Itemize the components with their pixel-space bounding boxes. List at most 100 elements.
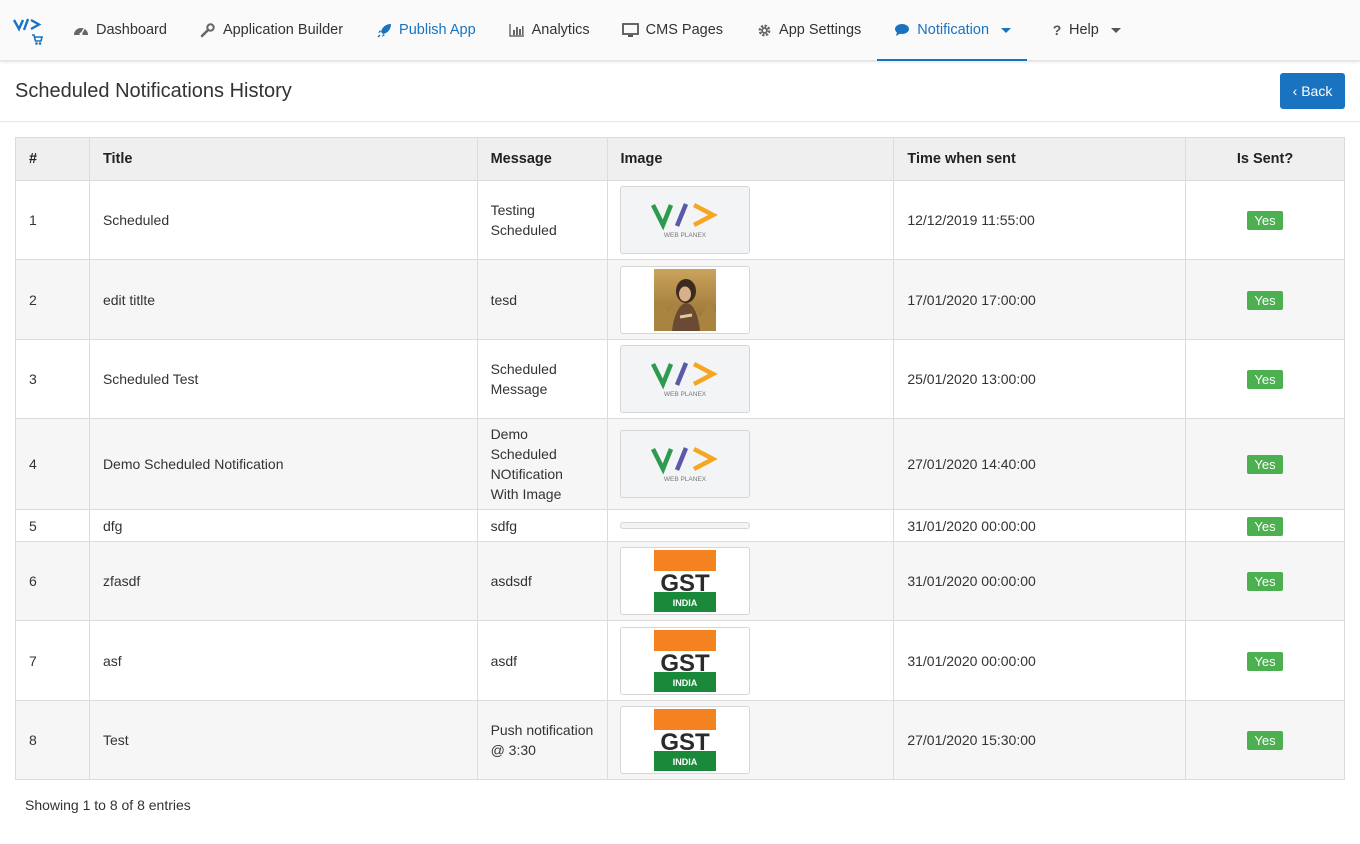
cell-num: 4 (15, 418, 90, 510)
cell-time: 27/01/2020 15:30:00 (893, 700, 1187, 780)
cell-image (606, 259, 895, 340)
cell-message: Testing Scheduled (476, 180, 608, 260)
table-row: 4 Demo Scheduled Notification Demo Sched… (15, 418, 1345, 510)
cell-title: asf (88, 620, 478, 701)
nav-application-builder-label: Application Builder (222, 22, 344, 38)
notifications-table-wrapper: # Title Message Image Time when sent Is … (15, 137, 1345, 780)
question-icon: ? (1052, 22, 1062, 38)
page-title: Scheduled Notifications History (15, 80, 292, 102)
cell-is-sent: Yes (1185, 541, 1345, 621)
top-navbar: Dashboard Application Builder Publish Ap… (0, 0, 1360, 61)
cell-num: 6 (15, 541, 90, 621)
column-header-num[interactable]: # (15, 137, 90, 181)
photo-image (653, 268, 716, 331)
table-row: 1 Scheduled Testing Scheduled WEB PLANEX… (15, 180, 1345, 260)
cell-title: Demo Scheduled Notification (88, 418, 478, 510)
status-badge: Yes (1247, 651, 1283, 671)
table-row: 3 Scheduled Test Scheduled Message WEB P… (15, 339, 1345, 419)
nav-app-settings-label: App Settings (779, 22, 862, 38)
status-badge: Yes (1247, 290, 1283, 310)
nav-app-settings[interactable]: App Settings (739, 0, 877, 60)
cell-message: Scheduled Message (476, 339, 608, 419)
cell-message: asdf (476, 620, 608, 701)
dashboard-icon (72, 22, 90, 38)
cell-image (606, 509, 895, 542)
nav-dashboard-label: Dashboard (96, 22, 167, 38)
webplanex-wordmark: WEB PLANEX (663, 476, 706, 483)
cell-title: edit titlte (88, 259, 478, 340)
nav-publish-app-label: Publish App (399, 22, 476, 38)
nav-publish-app[interactable]: Publish App (359, 0, 492, 60)
table-row: 7 asf asdf GST INDIA 31/01/2020 00:00:00 … (15, 620, 1345, 701)
cell-is-sent: Yes (1185, 509, 1345, 542)
notifications-table: # Title Message Image Time when sent Is … (15, 137, 1345, 780)
cell-is-sent: Yes (1185, 620, 1345, 701)
chevron-down-icon (1001, 27, 1012, 33)
back-button[interactable]: ‹ Back (1280, 73, 1345, 109)
cell-title: zfasdf (88, 541, 478, 621)
gst-text: GST (660, 729, 710, 756)
cell-message: tesd (476, 259, 608, 340)
india-text: INDIA (672, 757, 697, 767)
gst-india-thumbnail[interactable]: GST INDIA (619, 547, 750, 615)
cell-is-sent: Yes (1185, 259, 1345, 340)
cell-num: 3 (15, 339, 90, 419)
webplanex-logo-thumbnail[interactable]: WEB PLANEX (619, 430, 750, 498)
india-text: INDIA (672, 598, 697, 608)
column-header-image[interactable]: Image (606, 137, 895, 181)
cell-image: WEB PLANEX (606, 418, 895, 510)
cell-num: 5 (15, 509, 90, 542)
webplanex-logo-thumbnail[interactable]: WEB PLANEX (619, 345, 750, 413)
chevron-down-icon (1110, 27, 1121, 33)
gst-text: GST (660, 650, 710, 677)
cell-is-sent: Yes (1185, 180, 1345, 260)
gear-icon (755, 22, 773, 38)
photo-thumbnail[interactable] (619, 265, 750, 334)
brand-logo[interactable] (0, 0, 56, 61)
monitor-icon (622, 22, 640, 38)
nav-help[interactable]: ? Help (1027, 0, 1137, 60)
wrench-icon (199, 22, 217, 38)
rocket-icon (375, 22, 393, 38)
cell-message: Push notification @ 3:30 (476, 700, 608, 780)
cell-time: 31/01/2020 00:00:00 (893, 541, 1187, 621)
status-badge: Yes (1247, 455, 1283, 474)
cell-is-sent: Yes (1185, 339, 1345, 419)
nav-notification-label: Notification (917, 22, 990, 38)
gst-india-thumbnail[interactable]: GST INDIA (619, 706, 750, 774)
cell-time: 17/01/2020 17:00:00 (893, 259, 1187, 340)
column-header-message[interactable]: Message (476, 137, 608, 181)
column-header-title[interactable]: Title (88, 137, 478, 181)
cell-title: Test (88, 700, 478, 780)
cell-image: GST INDIA (606, 541, 895, 621)
status-badge: Yes (1247, 572, 1283, 591)
cell-message: Demo Scheduled NOtification With Image (476, 418, 608, 510)
gst-india-image: GSTINDIA (653, 550, 716, 612)
column-header-time[interactable]: Time when sent (893, 137, 1187, 181)
cell-num: 1 (15, 180, 90, 260)
table-row: 5 dfg sdfg 31/01/2020 00:00:00 Yes (15, 509, 1345, 542)
column-header-is-sent[interactable]: Is Sent? (1185, 137, 1345, 181)
table-info: Showing 1 to 8 of 8 entries (25, 797, 191, 813)
nav-application-builder[interactable]: Application Builder (183, 0, 359, 60)
chat-icon (893, 22, 911, 38)
cell-title: dfg (88, 509, 478, 542)
nav-dashboard[interactable]: Dashboard (56, 0, 183, 60)
nav-analytics[interactable]: Analytics (492, 0, 606, 60)
status-badge: Yes (1247, 731, 1283, 750)
bar-chart-icon (508, 22, 526, 38)
gst-india-thumbnail[interactable]: GST INDIA (619, 626, 750, 695)
table-row: 8 Test Push notification @ 3:30 GST INDIA… (15, 700, 1345, 780)
cell-is-sent: Yes (1185, 418, 1345, 510)
status-badge: Yes (1247, 516, 1283, 536)
gst-india-image: GSTINDIA (653, 629, 716, 692)
cell-num: 7 (15, 620, 90, 701)
nav-cms-pages[interactable]: CMS Pages (606, 0, 739, 60)
cell-title: Scheduled Test (88, 339, 478, 419)
webplanex-logo-thumbnail[interactable]: WEB PLANEX (619, 186, 750, 254)
nav-help-label: Help (1069, 22, 1099, 38)
cell-time: 31/01/2020 00:00:00 (893, 620, 1187, 701)
empty-image-thumbnail[interactable] (619, 522, 750, 529)
nav-notification[interactable]: Notification (877, 0, 1027, 61)
cell-time: 31/01/2020 00:00:00 (893, 509, 1187, 542)
